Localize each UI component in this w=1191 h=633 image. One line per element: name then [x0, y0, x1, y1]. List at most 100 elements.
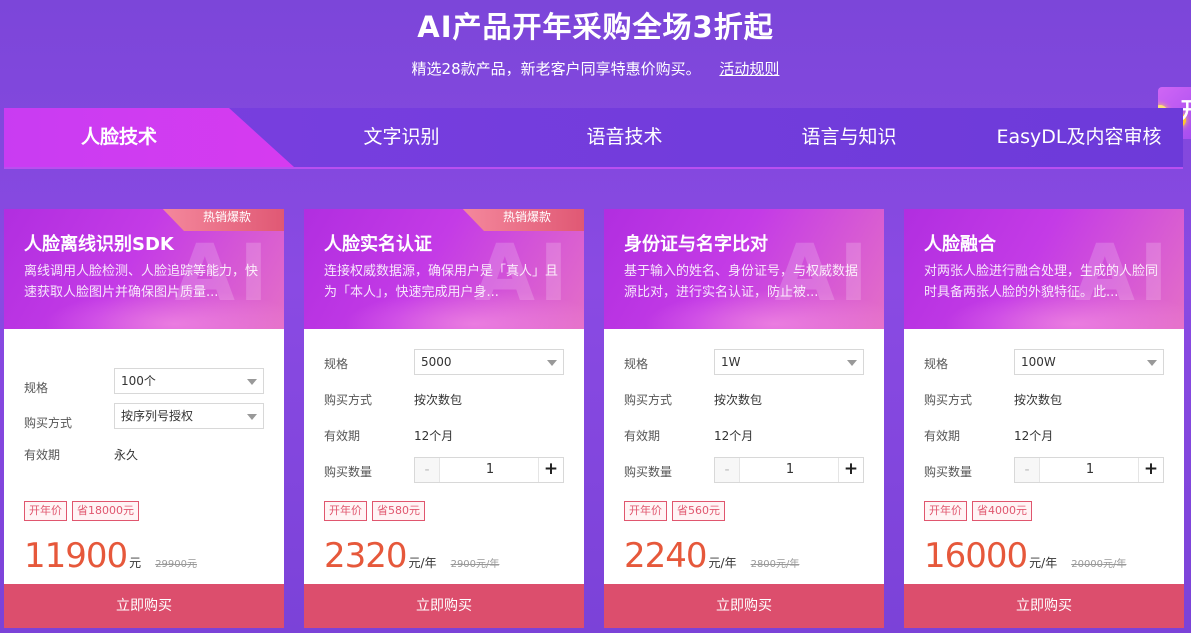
- buy-now-button[interactable]: 立即购买: [604, 584, 884, 628]
- product-card: AI 热销爆款 人脸实名认证 连接权威数据源，确保用户是「真人」且为「本人」，快…: [304, 209, 584, 628]
- price-line: 2240 元/年 2800元/年: [624, 536, 799, 576]
- quantity-input[interactable]: 1: [740, 458, 840, 482]
- quantity-row: 购买数量: [324, 463, 372, 480]
- spec-label: 规格: [324, 357, 349, 371]
- activity-rules-link[interactable]: 活动规则: [719, 60, 779, 78]
- sale-price: 2320: [324, 536, 408, 576]
- card-header: AI 热销爆款 人脸实名认证 连接权威数据源，确保用户是「真人」且为「本人」，快…: [304, 209, 584, 329]
- purchase-method-row: 购买方式 按次数包: [624, 391, 762, 408]
- purchase-method-label: 购买方式: [24, 416, 73, 430]
- quantity-stepper: - 1 +: [1014, 457, 1164, 483]
- validity-row: 有效期 12个月: [924, 427, 1053, 444]
- original-price: 29900元: [155, 559, 197, 570]
- sale-price: 11900: [24, 536, 128, 576]
- spec-row: 规格: [24, 379, 48, 396]
- validity-label: 有效期: [324, 429, 361, 443]
- original-price: 2900元/年: [450, 559, 500, 570]
- buy-now-button[interactable]: 立即购买: [904, 584, 1184, 628]
- product-description: 连接权威数据源，确保用户是「真人」且为「本人」，快速完成用户身...: [324, 264, 559, 300]
- tab-speech[interactable]: 语音技术: [567, 108, 682, 167]
- price-line: 2320 元/年 2900元/年: [324, 536, 499, 576]
- chevron-down-icon: [247, 414, 257, 420]
- savings-tag: 省580元: [372, 501, 425, 521]
- product-description: 基于输入的姓名、身份证号，与权威数据源比对，进行实名认证，防止被...: [624, 264, 859, 300]
- purchase-method-value: 按次数包: [1014, 393, 1063, 407]
- validity-value: 12个月: [414, 429, 454, 443]
- hot-sale-badge: 热销爆款: [158, 209, 284, 231]
- chevron-down-icon: [547, 360, 557, 366]
- validity-row: 有效期 12个月: [324, 427, 453, 444]
- validity-value: 12个月: [1014, 429, 1054, 443]
- price-line: 11900 元 29900元: [24, 536, 197, 576]
- spec-select[interactable]: 100个: [114, 368, 264, 394]
- purchase-method-label: 购买方式: [624, 393, 673, 407]
- spec-row: 规格: [624, 355, 648, 372]
- quantity-label: 购买数量: [324, 465, 373, 479]
- purchase-method-row: 购买方式 按次数包: [924, 391, 1062, 408]
- buy-now-button[interactable]: 立即购买: [304, 584, 584, 628]
- product-name: 人脸实名认证: [324, 234, 432, 255]
- decrement-button[interactable]: -: [715, 458, 740, 482]
- increment-button[interactable]: +: [538, 458, 563, 482]
- chevron-down-icon: [1147, 360, 1157, 366]
- purchase-method-select[interactable]: 按序列号授权: [114, 403, 264, 429]
- promo-price-tag: 开年价: [24, 501, 67, 521]
- quantity-input[interactable]: 1: [440, 458, 540, 482]
- product-description: 离线调用人脸检测、人脸追踪等能力，快速获取人脸图片并确保图片质量...: [24, 264, 259, 300]
- increment-button[interactable]: +: [1138, 458, 1163, 482]
- validity-label: 有效期: [24, 448, 61, 462]
- product-card: AI 身份证与名字比对 基于输入的姓名、身份证号，与权威数据源比对，进行实名认证…: [604, 209, 884, 628]
- spec-label: 规格: [624, 357, 649, 371]
- spec-row: 规格: [924, 355, 948, 372]
- validity-value: 12个月: [714, 429, 754, 443]
- validity-label: 有效期: [624, 429, 661, 443]
- tab-ocr[interactable]: 文字识别: [344, 108, 459, 167]
- promo-tags: 开年价 省18000元: [24, 501, 144, 521]
- tab-easydl-moderation[interactable]: EasyDL及内容审核: [979, 108, 1179, 167]
- chevron-down-icon: [847, 360, 857, 366]
- quantity-label: 购买数量: [624, 465, 673, 479]
- validity-row: 有效期 12个月: [624, 427, 753, 444]
- spec-select[interactable]: 100W: [1014, 349, 1164, 375]
- card-header: AI 身份证与名字比对 基于输入的姓名、身份证号，与权威数据源比对，进行实名认证…: [604, 209, 884, 329]
- card-header: AI 人脸融合 对两张人脸进行融合处理，生成的人脸同时具备两张人脸的外貌特征。此…: [904, 209, 1184, 329]
- increment-button[interactable]: +: [838, 458, 863, 482]
- price-unit: 元: [129, 556, 142, 570]
- original-price: 2800元/年: [750, 559, 800, 570]
- quantity-row: 购买数量: [924, 463, 972, 480]
- decrement-button[interactable]: -: [415, 458, 440, 482]
- tab-face-tech[interactable]: 人脸技术: [4, 108, 294, 167]
- sale-price: 16000: [924, 536, 1028, 576]
- spec-row: 规格: [324, 355, 348, 372]
- hero-subtitle-text: 精选28款产品，新老客户同享特惠价购买。: [411, 60, 701, 78]
- product-name: 人脸离线识别SDK: [24, 234, 174, 255]
- purchase-method-row: 购买方式: [24, 414, 72, 431]
- page-title: AI产品开年采购全场3折起: [417, 10, 774, 44]
- hero-subtitle: 精选28款产品，新老客户同享特惠价购买。 活动规则: [0, 58, 1191, 79]
- tab-language-knowledge[interactable]: 语言与知识: [784, 108, 914, 167]
- price-unit: 元/年: [708, 556, 737, 570]
- product-card: AI 热销爆款 人脸离线识别SDK 离线调用人脸检测、人脸追踪等能力，快速获取人…: [4, 209, 284, 628]
- sale-price: 2240: [624, 536, 708, 576]
- promo-tags: 开年价 省580元: [324, 501, 430, 521]
- spec-label: 规格: [24, 381, 49, 395]
- buy-now-button[interactable]: 立即购买: [4, 584, 284, 628]
- validity-row: 有效期 永久: [24, 446, 138, 463]
- purchase-method-label: 购买方式: [924, 393, 973, 407]
- original-price: 20000元/年: [1071, 559, 1127, 570]
- savings-tag: 省560元: [672, 501, 725, 521]
- promo-price-tag: 开年价: [624, 501, 667, 521]
- spec-label: 规格: [924, 357, 949, 371]
- quantity-stepper: - 1 +: [414, 457, 564, 483]
- quantity-input[interactable]: 1: [1040, 458, 1140, 482]
- product-name: 身份证与名字比对: [624, 234, 768, 255]
- price-unit: 元/年: [1029, 556, 1058, 570]
- card-header: AI 热销爆款 人脸离线识别SDK 离线调用人脸检测、人脸追踪等能力，快速获取人…: [4, 209, 284, 329]
- spec-select[interactable]: 5000: [414, 349, 564, 375]
- promo-tags: 开年价 省560元: [624, 501, 730, 521]
- decrement-button[interactable]: -: [1015, 458, 1040, 482]
- promo-price-tag: 开年价: [324, 501, 367, 521]
- spec-select[interactable]: 1W: [714, 349, 864, 375]
- quantity-label: 购买数量: [924, 465, 973, 479]
- purchase-method-value: 按次数包: [414, 393, 463, 407]
